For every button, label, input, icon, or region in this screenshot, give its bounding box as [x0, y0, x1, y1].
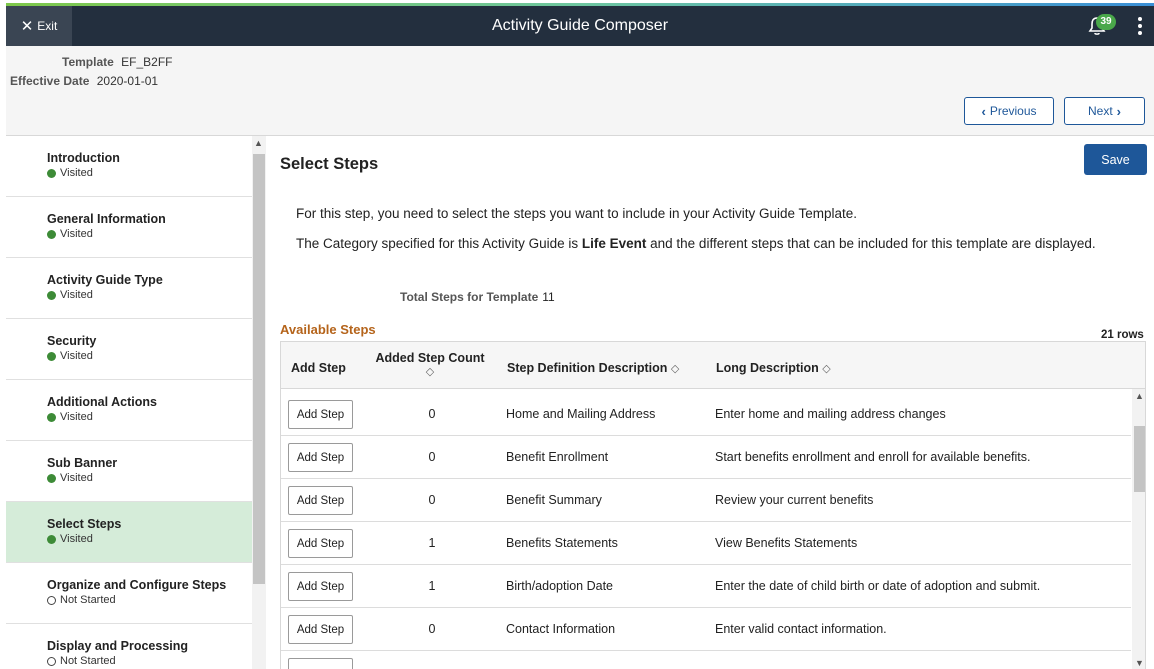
chevron-left-icon: ‹: [981, 103, 986, 119]
visited-status-icon: [47, 473, 56, 483]
added-step-count: 1: [428, 579, 436, 593]
add-step-button[interactable]: [288, 658, 353, 669]
grid-header: Add Step Added Step Count ◇ Step Definit…: [281, 342, 1145, 389]
col-header-added-step-count[interactable]: Added Step Count ◇: [370, 351, 490, 378]
sidebar-scroll-thumb[interactable]: [253, 154, 265, 584]
add-step-button[interactable]: Add Step: [288, 529, 353, 558]
sort-icon: ◇: [425, 366, 435, 378]
section-title: Available Steps: [280, 322, 376, 337]
nav-item-activity-guide-type[interactable]: Activity Guide Type Visited: [6, 258, 252, 319]
nav-item-introduction[interactable]: Introduction Visited: [6, 136, 252, 197]
sort-icon: ◇: [670, 363, 680, 375]
chevron-right-icon: ›: [1116, 103, 1122, 119]
visited-status-icon: [47, 351, 56, 361]
intro-text: For this step, you need to select the st…: [296, 206, 858, 221]
app-banner: ✕ Exit Activity Guide Composer 39: [6, 3, 1154, 46]
long-description: Review your current benefits: [715, 493, 874, 507]
table-row: Add Step 1 Birth/adoption Date Enter the…: [281, 565, 1131, 608]
nav-item-security[interactable]: Security Visited: [6, 319, 252, 380]
table-row: Add Step 0 Benefit Enrollment Start bene…: [281, 436, 1131, 479]
sort-icon: ◇: [822, 363, 831, 375]
page-header: Template EF_B2FF Effective Date 2020-01-…: [6, 46, 1154, 136]
added-step-count: 0: [428, 493, 436, 507]
next-label: Next: [1087, 104, 1113, 118]
more-actions-icon[interactable]: [1136, 15, 1144, 37]
template-label: Template: [62, 55, 114, 69]
not-started-status-icon: [47, 656, 56, 666]
step-navigation: Introduction Visited General Information…: [6, 136, 252, 669]
visited-status-icon: [47, 412, 56, 422]
nav-item-display-processing[interactable]: Display and Processing Not Started: [6, 624, 252, 669]
effective-date-value: 2020-01-01: [96, 74, 159, 88]
nav-item-general-information[interactable]: General Information Visited: [6, 197, 252, 258]
col-header-step-definition[interactable]: Step Definition Description ◇: [507, 361, 679, 375]
page-title: Select Steps: [280, 155, 379, 173]
app-title: Activity Guide Composer: [491, 17, 669, 34]
nav-item-organize-configure-steps[interactable]: Organize and Configure Steps Not Started: [6, 563, 252, 624]
template-row: Template EF_B2FF: [62, 55, 173, 69]
table-row: [281, 651, 1131, 669]
total-steps-value: 11: [542, 290, 555, 304]
previous-button[interactable]: ‹ Previous: [964, 97, 1054, 125]
previous-label: Previous: [989, 104, 1037, 118]
added-step-count: 0: [428, 622, 436, 636]
category-text: The Category specified for this Activity…: [296, 236, 1096, 251]
added-step-count: 1: [428, 536, 436, 550]
save-button[interactable]: Save: [1084, 144, 1147, 175]
add-step-button[interactable]: Add Step: [288, 486, 353, 515]
grid-scroll-thumb[interactable]: [1134, 426, 1145, 492]
notifications-button[interactable]: 39: [1088, 14, 1116, 38]
table-row: Add Step 0 Benefit Summary Review your c…: [281, 479, 1131, 522]
not-started-status-icon: [47, 595, 56, 605]
row-count: 21 rows: [1101, 329, 1144, 341]
total-steps: Total Steps for Template 11: [400, 290, 555, 304]
available-steps-grid: Add Step Added Step Count ◇ Step Definit…: [280, 341, 1146, 669]
table-row: Add Step 0 Contact Information Enter val…: [281, 608, 1131, 651]
sidebar-scrollbar[interactable]: ▲: [252, 136, 266, 669]
col-header-long-description[interactable]: Long Description ◇: [716, 361, 831, 375]
total-steps-label: Total Steps for Template: [400, 290, 539, 304]
step-definition: Benefits Statements: [506, 536, 618, 550]
add-step-button[interactable]: Add Step: [288, 615, 353, 644]
long-description: Enter home and mailing address changes: [715, 407, 946, 421]
template-value: EF_B2FF: [121, 55, 173, 69]
step-definition: Home and Mailing Address: [506, 407, 656, 421]
step-definition: Benefit Summary: [506, 493, 602, 507]
notification-count-badge: 39: [1096, 14, 1116, 30]
category-value: Life Event: [581, 236, 647, 251]
add-step-button[interactable]: Add Step: [288, 400, 353, 429]
long-description: Enter valid contact information.: [715, 622, 887, 636]
long-description: Start benefits enrollment and enroll for…: [715, 450, 1031, 464]
main-content: Select Steps Save For this step, you nee…: [266, 136, 1154, 669]
visited-status-icon: [47, 229, 56, 239]
step-definition: Benefit Enrollment: [506, 450, 609, 464]
add-step-button[interactable]: Add Step: [288, 443, 353, 472]
long-description: Enter the date of child birth or date of…: [715, 579, 1041, 593]
table-row: Add Step 1 Benefits Statements View Bene…: [281, 522, 1131, 565]
scroll-down-icon[interactable]: ▼: [1135, 658, 1144, 668]
table-row: Add Step 0 Home and Mailing Address Ente…: [281, 393, 1131, 436]
scroll-up-icon[interactable]: ▲: [1135, 391, 1144, 401]
col-header-add-step: Add Step: [291, 361, 346, 375]
add-step-button[interactable]: Add Step: [288, 572, 353, 601]
visited-status-icon: [47, 534, 56, 544]
nav-item-sub-banner[interactable]: Sub Banner Visited: [6, 441, 252, 502]
visited-status-icon: [47, 290, 56, 300]
added-step-count: 0: [428, 450, 436, 464]
nav-item-additional-actions[interactable]: Additional Actions Visited: [6, 380, 252, 441]
long-description: View Benefits Statements: [715, 536, 858, 550]
grid-scrollbar[interactable]: ▲ ▼: [1132, 389, 1145, 669]
step-definition: Contact Information: [506, 622, 616, 636]
effective-date-label: Effective Date: [10, 74, 90, 88]
step-definition: Birth/adoption Date: [506, 579, 614, 593]
nav-item-select-steps[interactable]: Select Steps Visited: [6, 502, 252, 563]
next-button[interactable]: Next ›: [1064, 97, 1145, 125]
effective-date-row: Effective Date 2020-01-01: [10, 74, 158, 88]
added-step-count: 0: [428, 407, 436, 421]
scroll-up-icon[interactable]: ▲: [254, 138, 263, 148]
visited-status-icon: [47, 168, 56, 178]
